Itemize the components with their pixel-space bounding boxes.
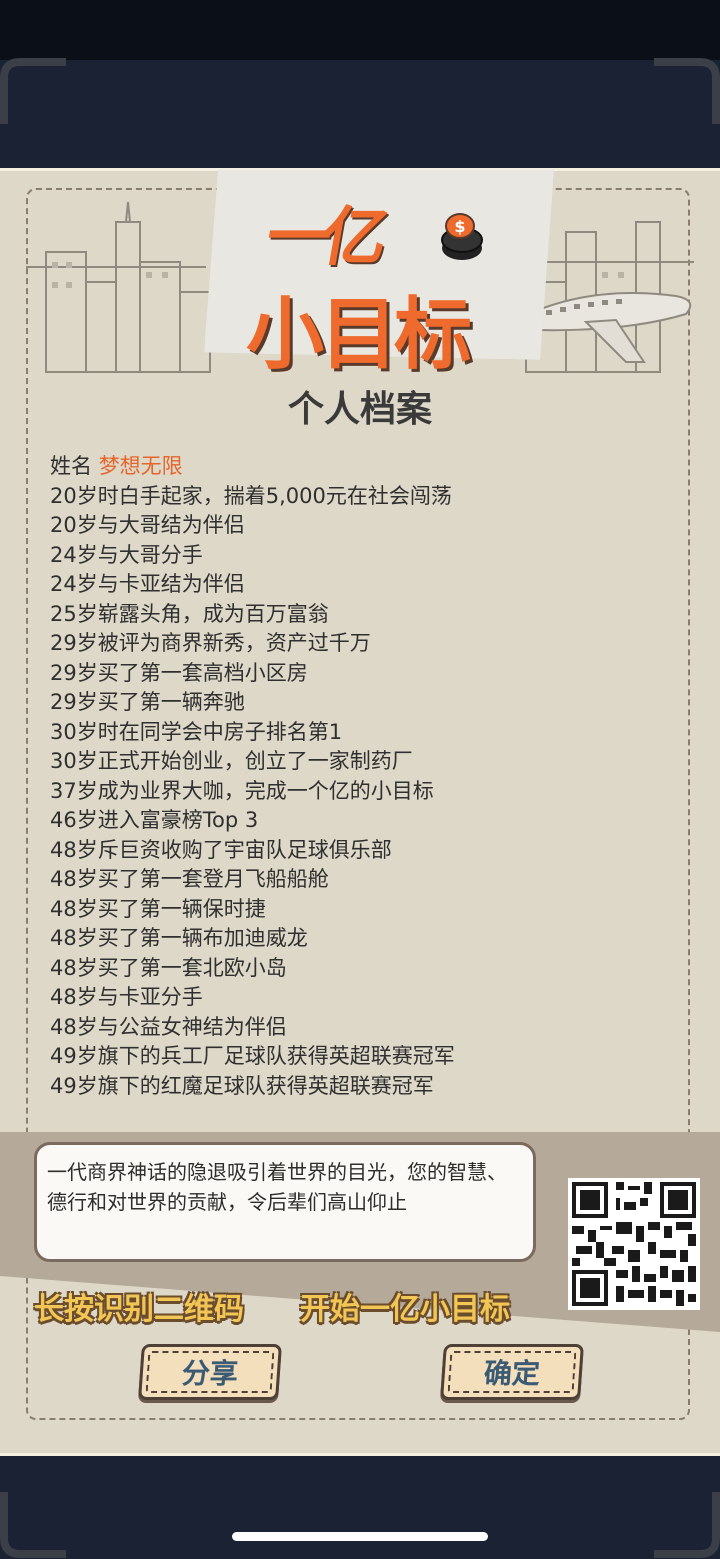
list-item: 48岁买了第一辆保时捷 [50,896,266,921]
list-item: 20岁与大哥结为伴侣 [50,513,245,537]
logo-text-line1: 一亿 [260,201,386,275]
list-item: 48岁买了第一辆布加迪威龙 [50,926,308,950]
frame-corner-top-right [654,58,720,124]
top-bar [0,0,720,60]
list-item: 49岁旗下的红魔足球队获得英超联赛冠军 [50,1073,434,1098]
list-item: 29岁买了第一套高档小区房 [50,660,308,685]
name-label: 姓名 [50,454,92,478]
slogan-scan-qr: 长按识别二维码 [34,1292,244,1327]
frame-corner-bottom-left [0,1492,66,1558]
summary-message: 一代商界神话的隐退吸引着世界的目光，您的智慧、德行和对世界的贡献，令后辈们高山仰… [34,1142,536,1262]
list-item: 24岁与大哥分手 [50,542,203,567]
list-item: 48岁与公益女神结为伴侣 [50,1014,287,1039]
list-item: 37岁成为业界大咖，完成一个亿的小目标 [50,778,434,803]
frame-corner-bottom-right [654,1492,720,1558]
list-item: 46岁进入富豪榜Top 3 [50,808,259,832]
profile-list[interactable]: 姓名 梦想无限 20岁时白手起家，揣着5,000元在社会闯荡 20岁与大哥结为伴… [50,452,670,1112]
confirm-button[interactable]: 确定 [440,1344,584,1400]
list-item: 30岁正式开始创业，创立了一家制药厂 [50,749,413,773]
slogan-start: 开始一亿小目标 [300,1292,510,1327]
list-item: 20岁时白手起家，揣着5,000元在社会闯荡 [50,483,452,508]
list-item: 29岁被评为商界新秀，资产过千万 [50,631,371,655]
list-item: 49岁旗下的兵工厂足球队获得英超联赛冠军 [50,1044,455,1068]
list-item: 48岁买了第一套北欧小岛 [50,955,287,980]
name-row: 姓名 梦想无限 [50,452,670,482]
share-button-label: 分享 [145,1351,275,1393]
confirm-button-label: 确定 [447,1351,577,1393]
share-button[interactable]: 分享 [138,1344,282,1400]
qr-code[interactable] [568,1178,700,1310]
list-item: 30岁时在同学会中房子排名第1 [50,719,343,744]
frame-corner-top-left [0,58,66,124]
list-item: 24岁与卡亚结为伴侣 [50,572,245,596]
page-title: 个人档案 [287,389,432,430]
list-item: 48岁斥巨资收购了宇宙队足球俱乐部 [50,837,392,862]
list-item: 48岁买了第一套登月飞船船舱 [50,867,329,891]
home-indicator[interactable] [232,1532,488,1541]
list-item: 25岁崭露头角，成为百万富翁 [50,601,329,626]
list-item: 48岁与卡亚分手 [50,985,203,1009]
svg-text:$: $ [454,217,465,236]
logo-text-line2: 小目标 [246,290,472,380]
coins-icon: $ [441,213,483,260]
list-item: 29岁买了第一辆奔驰 [50,690,245,714]
name-value: 梦想无限 [98,454,183,478]
